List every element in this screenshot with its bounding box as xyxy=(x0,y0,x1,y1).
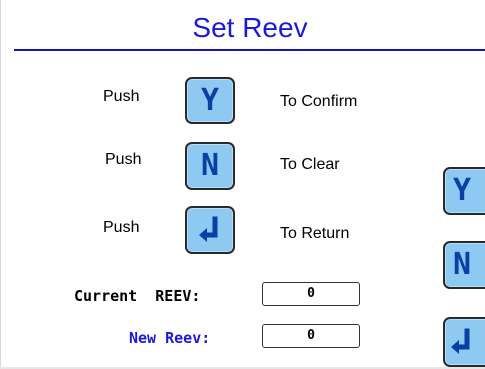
action-label-clear: To Clear xyxy=(280,156,340,173)
push-label-clear: Push xyxy=(105,151,142,168)
return-arrow-icon xyxy=(451,328,470,354)
confirm-key-button[interactable]: Y xyxy=(185,77,235,124)
current-reev-value: 0 xyxy=(262,282,360,306)
action-label-confirm: To Confirm xyxy=(280,93,358,110)
title-underline xyxy=(14,49,485,51)
n-key-icon: N xyxy=(452,247,472,282)
action-label-return: To Return xyxy=(280,225,350,242)
y-key-icon: Y xyxy=(452,173,472,208)
n-key-icon: N xyxy=(200,148,220,183)
current-reev-label: Current REEV: xyxy=(74,287,201,305)
push-label-confirm: Push xyxy=(103,88,140,105)
clear-key-button[interactable]: N xyxy=(185,142,235,190)
return-arrow-icon xyxy=(199,216,218,242)
side-confirm-key-button[interactable]: Y xyxy=(443,167,485,215)
frame-left-edge xyxy=(0,0,1,369)
side-clear-key-button[interactable]: N xyxy=(443,241,485,289)
new-reev-input[interactable]: 0 xyxy=(262,324,360,348)
return-key-button[interactable] xyxy=(185,206,235,254)
side-return-key-button[interactable] xyxy=(443,317,485,367)
page-title: Set Reev xyxy=(192,12,308,43)
new-reev-label: New Reev: xyxy=(129,329,211,347)
push-label-return: Push xyxy=(103,219,140,236)
y-key-icon: Y xyxy=(200,82,220,118)
